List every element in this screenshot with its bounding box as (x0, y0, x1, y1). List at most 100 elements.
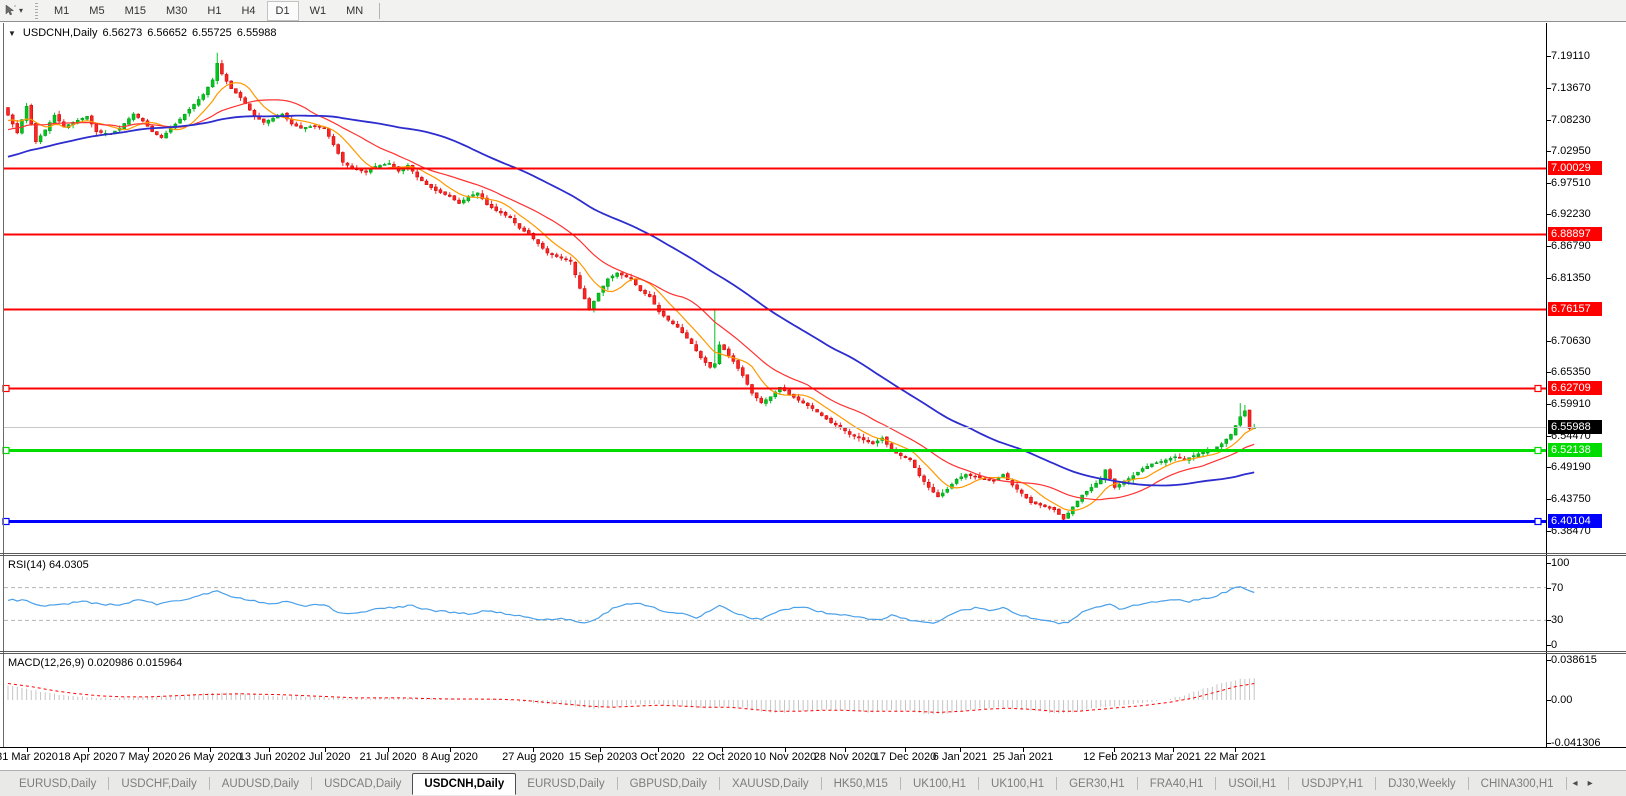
toolbar: ▾ M1M5M15M30H1H4D1W1MN (0, 0, 1626, 22)
chart-tab-uk100-h1[interactable]: UK100,H1 (980, 774, 1055, 794)
chart-tab-xauusd-daily[interactable]: XAUUSD,Daily (721, 774, 820, 794)
date-tick-label: 3 Mar 2021 (1145, 751, 1201, 763)
price-tick-label: 6.49190 (1551, 460, 1591, 474)
chart-tab-china300-h1[interactable]: CHINA300,H1 (1470, 774, 1565, 794)
price-tick-label: 7.02950 (1551, 144, 1591, 158)
cursor-tool-icon (4, 4, 17, 17)
tab-divider (719, 777, 720, 790)
macd-scale-label: -0.041306 (1551, 737, 1601, 750)
toolbar-grip[interactable] (33, 3, 40, 19)
chart-tab-usdjpy-h1[interactable]: USDJPY,H1 (1290, 774, 1374, 794)
tab-divider (108, 777, 109, 790)
price-tick-label: 7.19110 (1551, 49, 1590, 63)
date-tick-label: 21 Jul 2020 (360, 751, 417, 763)
tab-divider (1288, 777, 1289, 790)
ohlc-open: 6.56273 (102, 27, 142, 39)
tab-divider (978, 777, 979, 790)
date-tick-label: 31 Mar 2020 (0, 751, 58, 763)
dropdown-arrow-icon: ▾ (19, 6, 23, 15)
chart-tab-usdcad-daily[interactable]: USDCAD,Daily (313, 774, 412, 794)
date-tick-label: 25 Jan 2021 (993, 751, 1054, 763)
chart-tab-ger30-h1[interactable]: GER30,H1 (1058, 774, 1136, 794)
price-tick-label: 7.13670 (1551, 81, 1591, 95)
chart-title: ▼ USDCNH,Daily 6.56273 6.56652 6.55725 6… (8, 27, 277, 39)
symbol-period-label: USDCNH,Daily (23, 27, 98, 39)
current-price-label: 6.55988 (1548, 420, 1602, 434)
level-price-label: 6.52138 (1548, 443, 1602, 457)
chart-tab-hk50-m15[interactable]: HK50,M15 (823, 774, 899, 794)
date-tick-label: 13 Jun 2020 (239, 751, 300, 763)
tab-divider (311, 777, 312, 790)
chart-tab-dj30-weekly[interactable]: DJ30,Weekly (1377, 774, 1467, 794)
date-tick-label: 22 Mar 2021 (1204, 751, 1266, 763)
chart-tab-bar: EURUSD,DailyUSDCHF,DailyAUDUSD,DailyUSDC… (0, 770, 1626, 796)
chart-plot[interactable] (0, 0, 1626, 796)
timeframe-button-w1[interactable]: W1 (301, 1, 336, 21)
ohlc-close: 6.55988 (237, 27, 277, 39)
tab-scroll-right-icon[interactable]: ▸ (1583, 778, 1598, 789)
date-tick-label: 12 Feb 2021 (1083, 751, 1145, 763)
ohlc-low: 6.55725 (192, 27, 232, 39)
timeframe-button-d1[interactable]: D1 (267, 1, 299, 21)
toolbar-separator (379, 3, 380, 19)
timeframe-button-m30[interactable]: M30 (157, 1, 196, 21)
macd-indicator-label: MACD(12,26,9) 0.020986 0.015964 (8, 657, 182, 669)
date-tick-label: 7 May 2020 (119, 751, 176, 763)
price-tick-label: 6.70630 (1551, 334, 1591, 348)
macd-scale-label: 0.00 (1551, 694, 1572, 707)
cursor-tool-button[interactable]: ▾ (0, 1, 27, 21)
tab-divider (617, 777, 618, 790)
level-handle (1535, 386, 1541, 392)
level-price-label: 6.76157 (1548, 302, 1602, 316)
date-tick-label: 17 Dec 2020 (874, 751, 936, 763)
tab-divider (1137, 777, 1138, 790)
chart-tab-uk100-h1[interactable]: UK100,H1 (902, 774, 977, 794)
chart-tab-eurusd-daily[interactable]: EURUSD,Daily (516, 774, 615, 794)
tab-divider (900, 777, 901, 790)
chart-tab-audusd-daily[interactable]: AUDUSD,Daily (211, 774, 310, 794)
date-tick-label: 2 Jul 2020 (300, 751, 351, 763)
tab-scroll-left-icon[interactable]: ◂ (1568, 778, 1583, 789)
timeframe-button-m15[interactable]: M15 (116, 1, 155, 21)
price-tick-label: 6.97510 (1551, 176, 1591, 190)
date-tick-label: 28 Nov 2020 (814, 751, 876, 763)
mt4-chart-window: ▾ M1M5M15M30H1H4D1W1MN ▼ USDCNH,Daily 6.… (0, 0, 1626, 796)
tab-divider (821, 777, 822, 790)
timeframe-button-mn[interactable]: MN (337, 1, 372, 21)
timeframe-button-m5[interactable]: M5 (80, 1, 113, 21)
timeframe-button-m1[interactable]: M1 (45, 1, 78, 21)
price-tick-label: 6.92230 (1551, 207, 1591, 221)
timeframe-buttons: M1M5M15M30H1H4D1W1MN (44, 1, 373, 21)
date-tick-label: 6 Jan 2021 (933, 751, 987, 763)
date-tick-label: 15 Sep 2020 (569, 751, 631, 763)
chart-tab-usoil-h1[interactable]: USOil,H1 (1217, 774, 1287, 794)
date-tick-label: 8 Aug 2020 (422, 751, 478, 763)
rsi-scale-label: 30 (1551, 614, 1563, 627)
chart-tab-usdcnh-daily[interactable]: USDCNH,Daily (412, 773, 516, 795)
tab-divider (1468, 777, 1469, 790)
chart-tab-gbpusd-daily[interactable]: GBPUSD,Daily (619, 774, 718, 794)
price-tick-label: 6.81350 (1551, 271, 1591, 285)
tab-divider (1215, 777, 1216, 790)
date-tick-label: 18 Apr 2020 (58, 751, 117, 763)
date-tick-label: 22 Oct 2020 (692, 751, 752, 763)
timeframe-button-h1[interactable]: H1 (198, 1, 230, 21)
chart-tab-usdchf-daily[interactable]: USDCHF,Daily (110, 774, 207, 794)
date-tick-label: 10 Nov 2020 (754, 751, 816, 763)
price-tick-label: 6.43750 (1551, 492, 1591, 506)
timeframe-button-h4[interactable]: H4 (232, 1, 264, 21)
price-tick-label: 6.65350 (1551, 365, 1591, 379)
ohlc-high: 6.56652 (147, 27, 187, 39)
date-tick-label: 26 May 2020 (178, 751, 242, 763)
chart-tab-eurusd-daily[interactable]: EURUSD,Daily (8, 774, 107, 794)
price-tick-label: 7.08230 (1551, 113, 1591, 127)
rsi-scale-label: 70 (1551, 582, 1563, 595)
level-price-label: 7.00029 (1548, 161, 1602, 175)
chart-tab-fra40-h1[interactable]: FRA40,H1 (1139, 774, 1215, 794)
tab-divider (209, 777, 210, 790)
level-handle (1535, 519, 1541, 525)
rsi-scale-label: 0 (1551, 639, 1557, 652)
collapse-chart-icon[interactable]: ▼ (8, 29, 16, 38)
price-tick-label: 6.86790 (1551, 239, 1591, 253)
price-tick-label: 6.59910 (1551, 397, 1591, 411)
